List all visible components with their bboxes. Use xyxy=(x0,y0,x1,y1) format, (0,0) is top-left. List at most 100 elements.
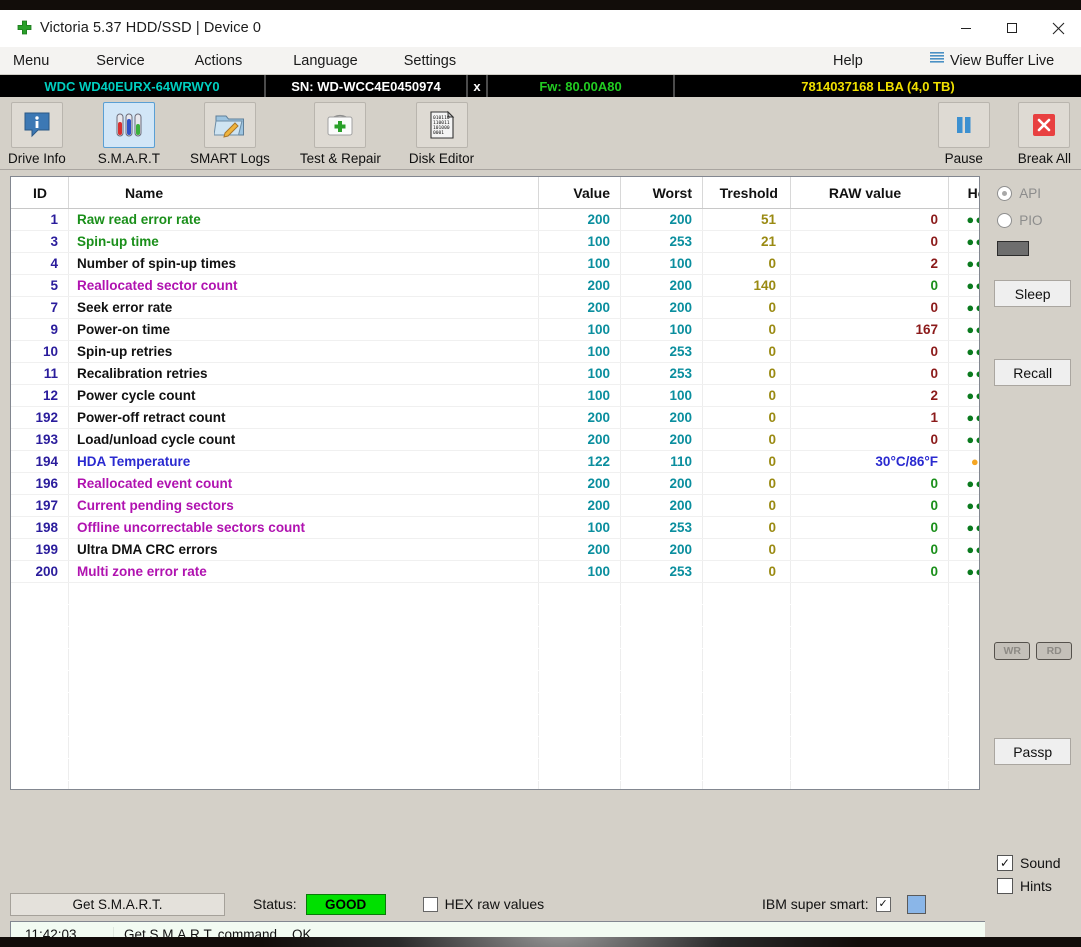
passport-button[interactable]: Passp xyxy=(994,738,1072,765)
menu-item-menu[interactable]: Menu xyxy=(13,50,49,72)
menu-item-service[interactable]: Service xyxy=(96,50,144,72)
menu-bar: Menu Service Actions Language Settings H… xyxy=(0,47,1081,75)
cell-value: 200 xyxy=(538,428,621,451)
hints-checkbox[interactable]: Hints xyxy=(997,878,1081,894)
table-row[interactable]: 9Power-on time1001000167●●●●● xyxy=(11,318,980,341)
column-header-health[interactable]: Health xyxy=(948,177,980,209)
table-row[interactable]: 12Power cycle count10010002●●●●● xyxy=(11,384,980,407)
column-header-threshold[interactable]: Treshold xyxy=(702,177,791,209)
health-dots: ●●●● xyxy=(970,454,980,469)
minimize-button[interactable] xyxy=(943,11,989,45)
hex-raw-values-checkbox[interactable]: HEX raw values xyxy=(422,896,545,912)
recall-button[interactable]: Recall xyxy=(994,359,1072,386)
cell-value: 122 xyxy=(538,450,621,473)
hints-label: Hints xyxy=(1020,878,1052,894)
get-smart-button[interactable]: Get S.M.A.R.T. xyxy=(10,892,225,916)
maximize-button[interactable] xyxy=(989,11,1035,45)
smart-attributes-table[interactable]: ID Name Value Worst Treshold RAW value H… xyxy=(10,176,981,790)
red-x-icon xyxy=(1018,102,1071,148)
toolbar-button-smart-logs[interactable]: SMART Logs xyxy=(190,97,270,166)
column-header-id[interactable]: ID xyxy=(11,177,69,209)
table-row-empty[interactable] xyxy=(11,670,980,693)
menu-item-language[interactable]: Language xyxy=(293,50,358,72)
table-row-empty[interactable] xyxy=(11,626,980,649)
blue-indicator-box[interactable] xyxy=(906,894,926,914)
view-buffer-live-button[interactable]: View Buffer Live xyxy=(930,51,1054,70)
drive-model: WDC WD40EURX-64WRWY0 xyxy=(0,75,266,97)
cell-worst: 200 xyxy=(620,538,703,561)
table-row[interactable]: 193Load/unload cycle count20020000●●●●● xyxy=(11,428,980,451)
toolbar-button-break-all[interactable]: Break All xyxy=(1018,97,1071,166)
cell-value: 200 xyxy=(538,538,621,561)
radio-api[interactable]: API xyxy=(997,186,1081,201)
ibm-checkbox-icon[interactable]: ✓ xyxy=(875,896,891,912)
toolbar-button-pause[interactable]: Pause xyxy=(937,97,990,166)
table-row[interactable]: 199Ultra DMA CRC errors20020000●●●●● xyxy=(11,538,980,561)
column-header-value[interactable]: Value xyxy=(538,177,621,209)
pause-icon xyxy=(937,102,990,148)
cell-threshold: 0 xyxy=(702,538,791,561)
toolbar-button-smart[interactable]: S.M.A.R.T xyxy=(98,97,160,166)
table-row[interactable]: 198 Offline uncorrectable sectors count 10… xyxy=(11,516,980,539)
drive-x-marker[interactable]: x xyxy=(468,75,488,97)
toolbar-button-disk-editor[interactable]: 010110 110011 101000 0001 Disk Editor xyxy=(409,97,474,166)
column-header-name[interactable]: Name xyxy=(68,177,539,209)
cell-id: 11 xyxy=(11,362,69,385)
rd-indicator: RD xyxy=(1036,642,1073,660)
table-row-empty[interactable] xyxy=(11,714,980,737)
cell-threshold: 140 xyxy=(702,274,791,297)
table-row[interactable]: 196Reallocated event count20020000●●●●● xyxy=(11,472,980,495)
column-header-raw-value[interactable]: RAW value xyxy=(790,177,949,209)
toolbar-button-drive-info[interactable]: Drive Info xyxy=(8,97,66,166)
table-row-empty[interactable] xyxy=(11,692,980,715)
table-row[interactable]: 192Power-off retract count20020001●●●●● xyxy=(11,406,980,429)
table-row[interactable]: 200Multi zone error rate10025300●●●●● xyxy=(11,560,980,583)
health-dots: ●●●●● xyxy=(966,322,979,337)
hex-checkbox-icon xyxy=(422,896,438,912)
table-row[interactable]: 5Reallocated sector count2002001400●●●●● xyxy=(11,274,980,297)
toolbar-label-pause: Pause xyxy=(944,151,983,166)
menu-item-settings[interactable]: Settings xyxy=(404,50,456,72)
ibm-super-smart-group[interactable]: IBM super smart: ✓ xyxy=(762,894,926,914)
table-row[interactable]: 197Current pending sectors20020000●●●●● xyxy=(11,494,980,517)
sound-checkbox[interactable]: ✓ Sound xyxy=(997,855,1081,871)
table-row[interactable]: 1Raw read error rate200200510●●●●● xyxy=(11,208,980,231)
cell-id: 12 xyxy=(11,384,69,407)
log-entry[interactable]: 11:42:03 Get S.M.A.R.T. command... OK xyxy=(11,922,1052,937)
table-row-empty[interactable] xyxy=(11,758,980,781)
table-row-empty[interactable] xyxy=(11,648,980,671)
cell-value: 100 xyxy=(538,318,621,341)
toolbar-button-test-repair[interactable]: Test & Repair xyxy=(300,97,381,166)
cell-health: ●●●●● xyxy=(948,406,980,429)
table-row[interactable]: 10Spin-up retries10025300●●●●● xyxy=(11,340,980,363)
close-button[interactable] xyxy=(1035,11,1081,45)
menu-item-help[interactable]: Help xyxy=(833,50,863,72)
cell-health: ●●●●● xyxy=(948,494,980,517)
cell-name: Seek error rate xyxy=(68,296,539,319)
cell-health: ●●●●● xyxy=(948,560,980,583)
table-row[interactable]: 7Seek error rate20020000●●●●● xyxy=(11,296,980,319)
hex-raw-values-label: HEX raw values xyxy=(444,896,545,912)
sleep-button[interactable]: Sleep xyxy=(994,280,1072,307)
table-row-empty[interactable] xyxy=(11,780,980,789)
health-dots: ●●●●● xyxy=(966,300,979,315)
column-header-worst[interactable]: Worst xyxy=(620,177,703,209)
table-row-empty[interactable] xyxy=(11,736,980,759)
log-panel[interactable]: 11:42:03 Get S.M.A.R.T. command... OK11:4… xyxy=(10,921,1071,937)
info-bubble-icon xyxy=(10,102,63,148)
table-row[interactable]: 11Recalibration retries10025300●●●●● xyxy=(11,362,980,385)
table-row[interactable]: 194HDA Temperature122110030°C/86°F ●●●● xyxy=(11,450,980,473)
folder-pencil-icon xyxy=(203,102,256,148)
table-row[interactable]: 4Number of spin-up times10010002●●●●● xyxy=(11,252,980,275)
table-row[interactable]: 3Spin-up time100253210 ●●●●● xyxy=(11,230,980,253)
table-row-empty[interactable] xyxy=(11,582,980,605)
cell-health: ●●●●● xyxy=(948,274,980,297)
cell-worst: 100 xyxy=(620,252,703,275)
cell-name: Spin-up time xyxy=(68,230,539,253)
table-row-empty[interactable] xyxy=(11,604,980,627)
cell-worst: 200 xyxy=(620,494,703,517)
radio-pio[interactable]: PIO xyxy=(997,213,1081,228)
menu-item-actions[interactable]: Actions xyxy=(195,50,243,72)
cell-name: Number of spin-up times xyxy=(68,252,539,275)
health-dots: ●●●●● xyxy=(966,234,979,249)
